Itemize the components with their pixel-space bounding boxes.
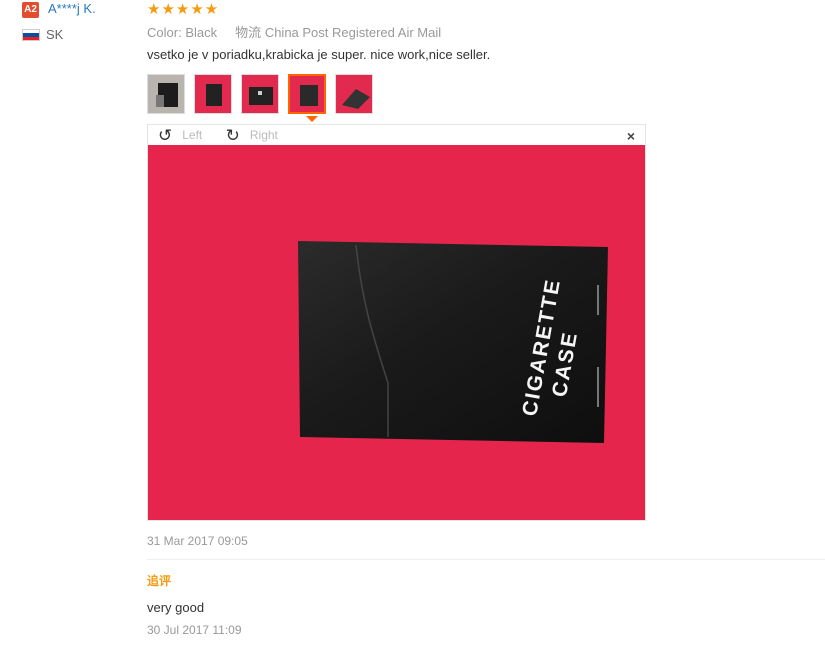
color-label: Color: [147, 25, 182, 40]
review-photo: CIGARETTE CASE [148, 145, 645, 520]
review-thumbnail[interactable] [147, 74, 185, 114]
rotate-left-icon: ↺ [158, 126, 173, 145]
reviewer-country: SK [46, 27, 64, 42]
rotate-left-button[interactable]: ↺ Left [158, 126, 212, 145]
shipping-value: China Post Registered Air Mail [264, 25, 442, 40]
rotate-right-icon: ↻ [225, 126, 240, 145]
review-thumbnail[interactable] [194, 74, 232, 114]
selected-thumbnail-pointer [306, 116, 318, 122]
review-thumbnail[interactable] [241, 74, 279, 114]
followup-text: very good [147, 600, 205, 615]
rotate-right-label: Right [249, 128, 278, 142]
divider [147, 559, 825, 560]
order-info: Color: Black 物流 China Post Registered Ai… [147, 22, 441, 41]
review-thumbnail[interactable] [335, 74, 373, 114]
followup-label: 追评 [147, 574, 172, 588]
close-icon[interactable]: × [627, 128, 635, 144]
followup-date: 30 Jul 2017 11:09 [147, 623, 242, 637]
rotate-left-label: Left [182, 128, 203, 142]
review-thumbnail-selected[interactable] [288, 74, 326, 114]
reviewer-name[interactable]: A****j K. [48, 1, 96, 16]
slovakia-flag-icon [22, 29, 40, 41]
rotate-right-button[interactable]: ↻ Right [225, 126, 288, 145]
shipping-label: 物流 [235, 25, 262, 40]
image-viewer: ↺ Left ↻ Right × CIGARETTE CASE [147, 124, 646, 521]
review-date: 31 Mar 2017 09:05 [147, 534, 248, 548]
buyer-level-badge: A2 [22, 2, 39, 18]
rotate-toolbar: ↺ Left ↻ Right [158, 126, 298, 146]
rating-stars: ★★★★★ [147, 1, 220, 18]
review-text: vsetko je v poriadku,krabicka je super. … [147, 47, 491, 62]
color-value: Black [185, 25, 218, 40]
